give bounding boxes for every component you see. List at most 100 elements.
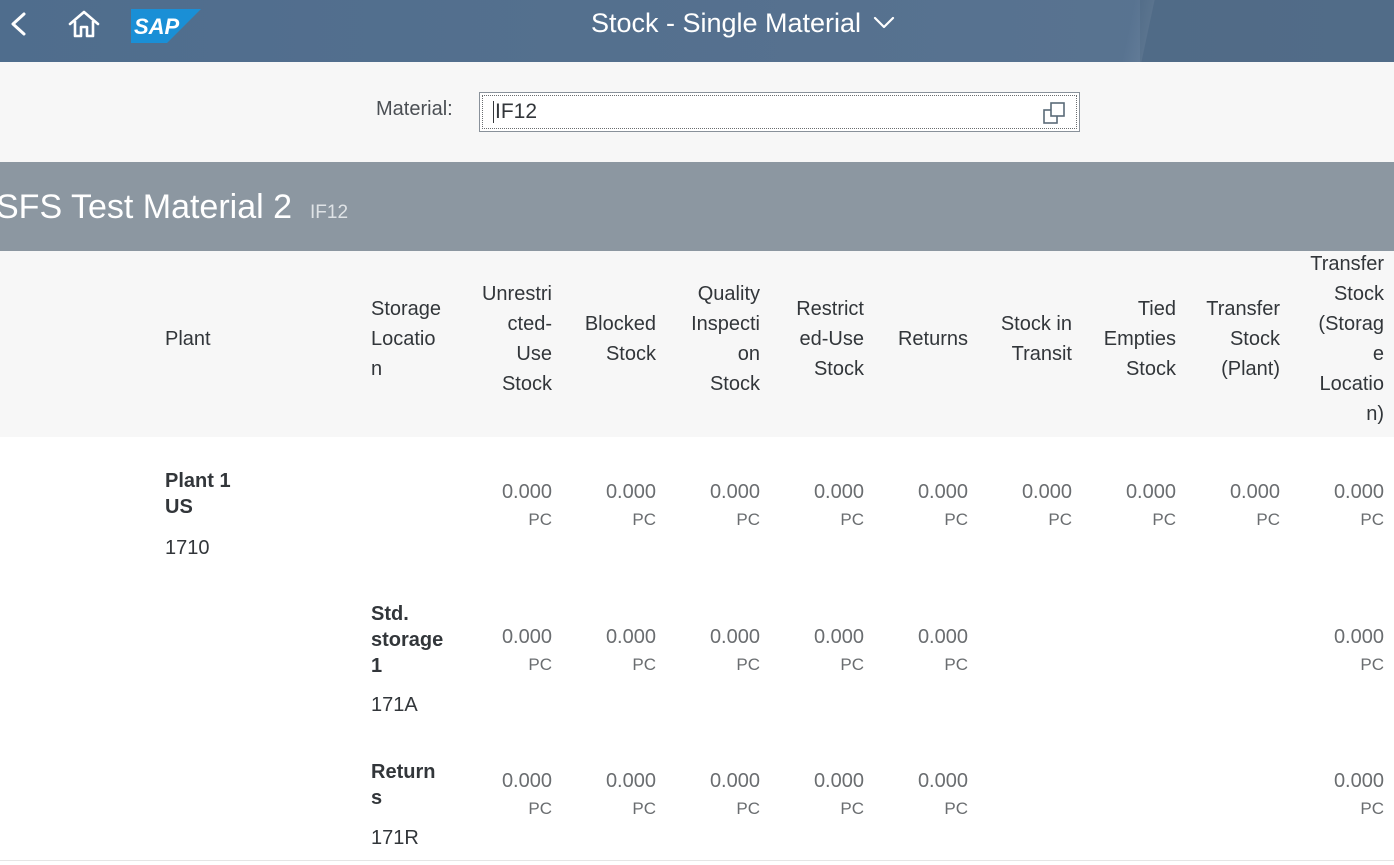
text-line: Transit: [1011, 343, 1072, 365]
stock-cell-transfer-sloc: 0.000 PC: [1274, 624, 1384, 680]
text-line: US: [165, 496, 193, 518]
shell-decoration: [1140, 0, 1394, 62]
back-arrow-icon[interactable]: [4, 8, 32, 40]
stock-unit: PC: [528, 799, 552, 818]
stock-quantity: 0.000: [917, 626, 968, 648]
material-input[interactable]: IF12: [479, 92, 1080, 132]
row-code: 1710: [165, 537, 210, 559]
text-line: Empties: [1103, 328, 1176, 350]
stock-quantity: 0.000: [501, 770, 552, 792]
stock-unit: PC: [1256, 510, 1280, 529]
column-header-blocked-stock: Blocked Stock: [546, 309, 656, 369]
table-header: Plant Storage Locatio n Unrestri cted- Use St…: [0, 251, 1394, 438]
text-line: s: [371, 787, 383, 809]
stock-cell-restricted: 0.000 PC: [754, 768, 864, 824]
stock-quantity: 0.000: [709, 626, 760, 648]
stock-unit: PC: [736, 799, 760, 818]
stock-unit: PC: [944, 655, 968, 674]
text-line: on: [737, 343, 760, 365]
text-line: Stock: [709, 373, 760, 395]
stock-quantity: 0.000: [1021, 481, 1072, 503]
stock-unit: PC: [840, 799, 864, 818]
text-line: n): [1366, 403, 1384, 425]
text-line: storage: [371, 629, 444, 651]
app-title: Stock - Single Material: [590, 8, 862, 38]
text-line: Transfer: [1206, 298, 1280, 320]
stock-quantity: 0.000: [813, 770, 864, 792]
stock-quantity: 0.000: [501, 626, 552, 648]
object-title: SFS Test Material 2: [0, 188, 293, 226]
stock-cell-blocked: 0.000 PC: [546, 479, 656, 535]
text-line: Return: [371, 761, 436, 783]
svg-text:SAP: SAP: [134, 14, 180, 39]
stock-quantity: 0.000: [1125, 481, 1176, 503]
text-line: ed-Use: [799, 328, 864, 350]
stock-cell-transfer-sloc: 0.000 PC: [1274, 768, 1384, 824]
app-title-menu[interactable]: Stock - Single Material: [499, 6, 895, 40]
row-title: Return s: [371, 759, 435, 811]
column-header-transfer-stock-plant: Transfer Stock (Plant): [1170, 294, 1280, 384]
stock-cell-blocked: 0.000 PC: [546, 768, 656, 824]
text-line: Returns: [897, 328, 968, 350]
row-code: 171A: [371, 694, 418, 716]
stock-cell-transit: 0.000 PC: [962, 479, 1072, 535]
text-line: Stock: [1125, 358, 1176, 380]
stock-unit: PC: [736, 510, 760, 529]
row-title: Plant 1 US: [165, 468, 231, 520]
column-header-restricted-use-stock: Restrict ed-Use Stock: [754, 294, 864, 384]
stock-quantity: 0.000: [1333, 481, 1384, 503]
text-line: Inspecti: [691, 313, 760, 335]
column-header-returns: Returns: [858, 324, 968, 354]
stock-unit: PC: [944, 799, 968, 818]
stock-quantity: 0.000: [1333, 770, 1384, 792]
stock-unit: PC: [736, 655, 760, 674]
stock-unit: PC: [1360, 799, 1384, 818]
text-line: (Plant): [1221, 358, 1280, 380]
text-line: Blocked: [584, 313, 656, 335]
stock-quantity: 0.000: [605, 770, 656, 792]
stock-quantity: 0.000: [709, 770, 760, 792]
column-header-label: Plant: [165, 328, 211, 350]
stock-unit: PC: [632, 799, 656, 818]
stock-cell-quality: 0.000 PC: [650, 624, 760, 680]
sap-logo[interactable]: SAP: [131, 9, 201, 43]
stock-unit: PC: [840, 510, 864, 529]
table-row[interactable]: Plant 1 US 1710 0.000 PC 0.000 PC 0.000 PC 0.00…: [0, 437, 1394, 571]
stock-unit: PC: [632, 655, 656, 674]
row-title: Std. storage 1: [371, 601, 443, 679]
stock-unit: PC: [1048, 510, 1072, 529]
text-line: Stock: [605, 343, 656, 365]
material-label: Material:: [376, 98, 453, 120]
text-line: Transfer: [1310, 253, 1384, 275]
text-line: e: [1372, 343, 1384, 365]
stock-quantity: 0.000: [605, 626, 656, 648]
stock-cell-returns: 0.000 PC: [858, 479, 968, 535]
text-line: (Storag: [1318, 313, 1384, 335]
stock-unit: PC: [840, 655, 864, 674]
stock-cell-tied: 0.000 PC: [1066, 479, 1176, 535]
stock-unit: PC: [528, 510, 552, 529]
object-header: SFS Test Material 2 IF12: [0, 162, 1394, 251]
stock-cell-quality: 0.000 PC: [650, 479, 760, 535]
text-line: Stock: [1229, 328, 1280, 350]
text-line: Stock in: [1000, 313, 1072, 335]
text-line: cted-: [507, 313, 552, 335]
home-icon[interactable]: [66, 8, 102, 40]
stock-cell-quality: 0.000 PC: [650, 768, 760, 824]
table-row[interactable]: Return s 171R 0.000 PC 0.000 PC 0.000 PC 0.000 P…: [0, 728, 1394, 861]
stock-quantity: 0.000: [1333, 626, 1384, 648]
shell-bar: SAP Stock - Single Material: [0, 0, 1394, 62]
value-help-icon[interactable]: [1042, 101, 1066, 125]
stock-quantity: 0.000: [605, 481, 656, 503]
stock-unit: PC: [1152, 510, 1176, 529]
text-line: Use: [516, 343, 552, 365]
text-line: Stock: [1333, 283, 1384, 305]
stock-cell-returns: 0.000 PC: [858, 768, 968, 824]
column-header-tied-empties-stock: Tied Empties Stock: [1066, 294, 1176, 384]
material-input-value[interactable]: IF12: [493, 101, 537, 123]
text-line: Plant 1: [165, 470, 231, 492]
table-row[interactable]: Std. storage 1 171A 0.000 PC 0.000 PC 0.000 PC 0…: [0, 570, 1394, 729]
text-line: Stock: [813, 358, 864, 380]
chevron-down-icon: [873, 16, 895, 29]
stock-cell-unrestricted: 0.000 PC: [442, 768, 552, 824]
